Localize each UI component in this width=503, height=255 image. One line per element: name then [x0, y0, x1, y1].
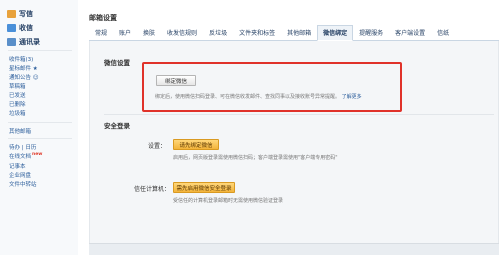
sidebar-item-todo-calendar[interactable]: 待办 | 日历	[9, 143, 36, 151]
sidebar-item-enterprise-disk[interactable]: 企业网盘	[9, 171, 31, 179]
bind-wechat-first-button[interactable]: 请先绑定微信	[173, 139, 219, 150]
tab-client-settings[interactable]: 客户端设置	[389, 25, 431, 41]
tab-wechat-binding[interactable]: 微信绑定	[317, 25, 354, 41]
tab-mail-rules[interactable]: 收发信规则	[161, 25, 203, 41]
sidebar-item-sent[interactable]: 已发送	[9, 91, 26, 99]
sidebar-item-file-transfer[interactable]: 文件中转站	[9, 180, 37, 188]
contacts-icon	[7, 38, 16, 46]
inbox-icon	[7, 24, 16, 32]
tab-folders-labels[interactable]: 文件夹和标签	[233, 25, 281, 41]
trusted-computer-desc: 受信任的计算机登录邮箱时无需使用微信验证登录	[173, 198, 284, 204]
inbox-label: 收信	[19, 24, 33, 32]
sidebar-item-spam[interactable]: 垃圾箱	[9, 109, 26, 117]
new-badge: new	[32, 152, 43, 158]
inbox-button[interactable]: 收信	[7, 22, 33, 34]
tab-stationery[interactable]: 信纸	[431, 25, 455, 41]
trusted-computer-label: 信任计算机：	[134, 186, 171, 193]
online-docs-label: 在线文档	[9, 154, 32, 160]
page-title: 邮箱设置	[89, 14, 117, 22]
settings-tabs: 常规 账户 换肤 收发信规则 反垃圾 文件夹和标签 其他邮箱 微信绑定 提醒服务…	[89, 25, 499, 41]
tab-reminders[interactable]: 提醒服务	[353, 25, 389, 41]
horizontal-scrollbar[interactable]	[89, 243, 499, 255]
sidebar: 写信 收信 通讯录 收件箱(3) 星标邮件 ★ 通知公告 ☺ 草稿箱 已发送 已…	[0, 0, 78, 255]
enable-wechat-login-button[interactable]: 需先启用微信安全登录	[173, 182, 235, 193]
wechat-section-title: 微信设置	[104, 59, 130, 67]
sidebar-divider	[8, 50, 72, 51]
sidebar-item-drafts[interactable]: 草稿箱	[9, 82, 26, 90]
sidebar-item-online-docs[interactable]: 在线文档new	[9, 152, 42, 160]
sidebar-item-other-mail[interactable]: 其他邮箱	[9, 127, 31, 135]
security-section-title: 安全登录	[104, 122, 130, 130]
sidebar-divider	[8, 122, 72, 123]
highlight-box	[142, 62, 402, 112]
tab-skin[interactable]: 换肤	[137, 25, 161, 41]
tab-other-mail[interactable]: 其他邮箱	[281, 25, 317, 41]
sidebar-item-deleted[interactable]: 已删除	[9, 100, 26, 108]
contacts-label: 通讯录	[19, 38, 40, 46]
contacts-button[interactable]: 通讯录	[7, 36, 40, 48]
write-label: 写信	[19, 10, 33, 18]
security-settings-desc: 启用后，网页版登录需使用微信扫码；客户端登录需使用"客户端专用密码"	[173, 155, 338, 161]
sidebar-divider	[8, 138, 72, 139]
main-panel: 邮箱设置 常规 账户 换肤 收发信规则 反垃圾 文件夹和标签 其他邮箱 微信绑定…	[87, 0, 503, 255]
sidebar-item-starred[interactable]: 星标邮件 ★	[9, 64, 38, 72]
section-divider	[104, 114, 494, 115]
tab-general[interactable]: 常规	[89, 25, 113, 41]
sidebar-item-inbox[interactable]: 收件箱(3)	[9, 55, 33, 63]
tab-account[interactable]: 账户	[113, 25, 137, 41]
sidebar-item-notices[interactable]: 通知公告 ☺	[9, 73, 38, 81]
settings-label: 设置：	[148, 143, 167, 150]
sidebar-item-notepad[interactable]: 记事本	[9, 162, 26, 170]
write-button[interactable]: 写信	[7, 8, 33, 20]
tab-anti-spam[interactable]: 反垃圾	[203, 25, 233, 41]
pencil-icon	[7, 10, 16, 18]
